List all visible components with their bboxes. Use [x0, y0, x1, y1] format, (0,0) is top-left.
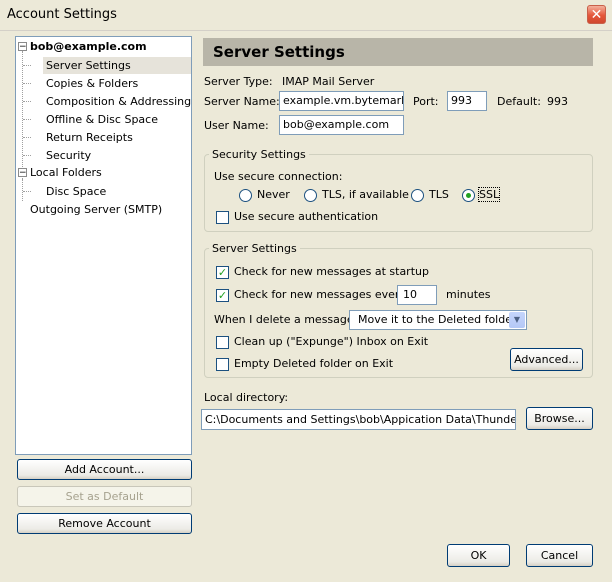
- tree-item-security[interactable]: Security: [46, 147, 91, 164]
- tree-line: [23, 83, 31, 84]
- server-type-label: Server Type:: [204, 75, 273, 88]
- local-directory-input[interactable]: C:\Documents and Settings\bob\Appication…: [201, 409, 516, 430]
- close-icon[interactable]: ✕: [587, 5, 606, 24]
- security-settings-legend: Security Settings: [209, 148, 309, 161]
- port-input[interactable]: 993: [447, 91, 487, 111]
- server-name-input[interactable]: example.vm.bytemark.co: [279, 91, 404, 111]
- cancel-button[interactable]: Cancel: [526, 544, 593, 567]
- radio-ssl-label[interactable]: SSL: [477, 187, 501, 202]
- delete-action-select[interactable]: Move it to the Deleted folder ▼: [349, 310, 527, 330]
- ok-button[interactable]: OK: [447, 544, 510, 567]
- collapse-icon[interactable]: −: [18, 168, 27, 178]
- secure-auth-label[interactable]: Use secure authentication: [234, 210, 378, 223]
- minutes-label: minutes: [446, 288, 491, 301]
- delete-message-label: When I delete a message:: [214, 313, 358, 326]
- secure-auth-checkbox[interactable]: [216, 211, 229, 224]
- tree-account[interactable]: bob@example.com: [30, 38, 147, 55]
- cleanup-label[interactable]: Clean up ("Expunge") Inbox on Exit: [234, 335, 428, 348]
- tree-line: [23, 137, 31, 138]
- server-name-label: Server Name:: [204, 95, 280, 108]
- tree-outgoing-server[interactable]: Outgoing Server (SMTP): [30, 201, 162, 218]
- collapse-icon[interactable]: −: [18, 42, 27, 52]
- tree-item-composition[interactable]: Composition & Addressing: [46, 93, 191, 110]
- tree-line: [23, 191, 31, 192]
- tree-line: [23, 101, 31, 102]
- radio-tls-if-available-label[interactable]: TLS, if available: [322, 188, 409, 201]
- tree-item-offline[interactable]: Offline & Disc Space: [46, 111, 158, 128]
- tree-item-return-receipts[interactable]: Return Receipts: [46, 129, 133, 146]
- empty-deleted-label[interactable]: Empty Deleted folder on Exit: [234, 357, 393, 370]
- title-bar: Account Settings ✕: [0, 0, 612, 31]
- check-every-label[interactable]: Check for new messages every: [234, 288, 406, 301]
- tree-line: [22, 179, 23, 191]
- cleanup-checkbox[interactable]: [216, 336, 229, 349]
- default-label: Default:: [497, 95, 541, 108]
- tree-line: [23, 65, 31, 66]
- tree-line: [23, 119, 31, 120]
- radio-tls-label[interactable]: TLS: [429, 188, 449, 201]
- user-name-input[interactable]: bob@example.com: [279, 115, 404, 135]
- user-name-label: User Name:: [204, 119, 269, 132]
- check-startup-label[interactable]: Check for new messages at startup: [234, 265, 429, 278]
- browse-button[interactable]: Browse...: [526, 407, 593, 430]
- server-type-value: IMAP Mail Server: [282, 75, 375, 88]
- check-interval-input[interactable]: 10: [397, 285, 437, 305]
- add-account-button[interactable]: Add Account...: [17, 459, 192, 480]
- tree-item-server-settings[interactable]: Server Settings: [43, 57, 191, 74]
- advanced-button[interactable]: Advanced...: [510, 348, 583, 371]
- remove-account-button[interactable]: Remove Account: [17, 513, 192, 534]
- use-secure-label: Use secure connection:: [214, 170, 343, 183]
- check-startup-checkbox[interactable]: ✓: [216, 266, 229, 279]
- default-value: 993: [547, 95, 568, 108]
- chevron-down-icon[interactable]: ▼: [509, 312, 525, 328]
- port-label: Port:: [413, 95, 439, 108]
- local-directory-label: Local directory:: [204, 391, 289, 404]
- radio-tls[interactable]: [411, 189, 424, 202]
- radio-ssl[interactable]: [462, 189, 475, 202]
- page-title: Server Settings: [203, 38, 593, 66]
- radio-never-label[interactable]: Never: [257, 188, 290, 201]
- window-title: Account Settings: [7, 7, 117, 22]
- check-every-checkbox[interactable]: ✓: [216, 289, 229, 302]
- account-tree[interactable]: − bob@example.com Server Settings Copies…: [15, 36, 192, 455]
- radio-tls-if-available[interactable]: [304, 189, 317, 202]
- radio-never[interactable]: [239, 189, 252, 202]
- delete-action-value: Move it to the Deleted folder: [358, 313, 517, 326]
- tree-line: [23, 155, 31, 156]
- tree-item-disc-space[interactable]: Disc Space: [46, 183, 106, 200]
- server-settings-legend: Server Settings: [209, 242, 300, 255]
- tree-local-folders[interactable]: Local Folders: [30, 164, 102, 181]
- empty-deleted-checkbox[interactable]: [216, 358, 229, 371]
- set-default-button: Set as Default: [17, 486, 192, 507]
- tree-item-copies-folders[interactable]: Copies & Folders: [46, 75, 138, 92]
